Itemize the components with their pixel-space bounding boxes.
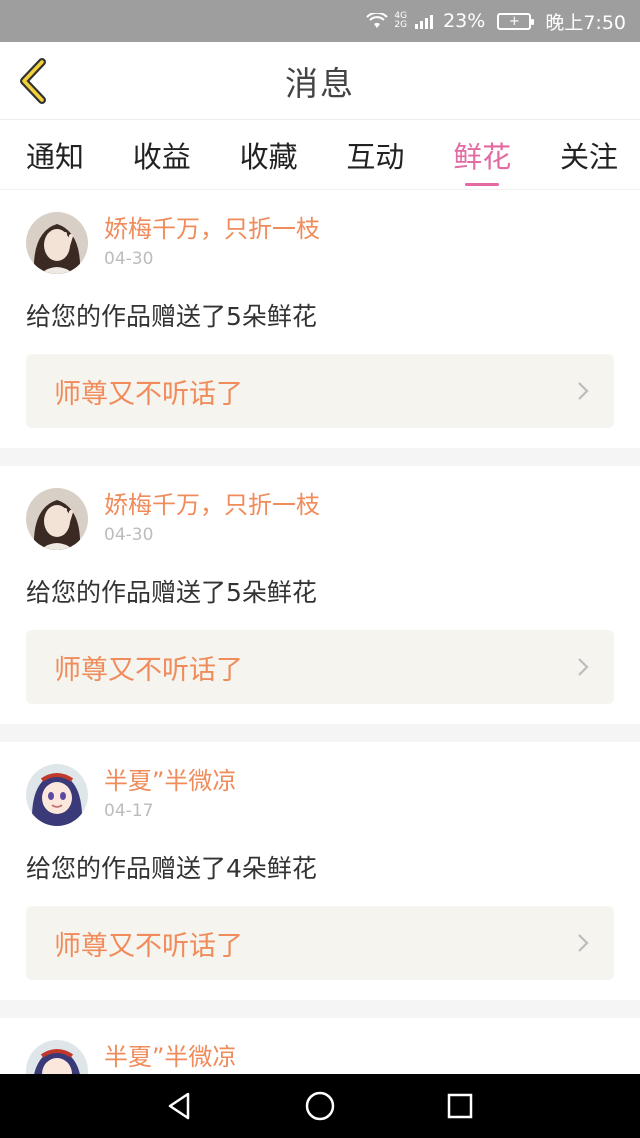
work-title: 师尊又不听话了 [54,378,243,410]
divider [0,448,640,466]
title-bar: 消息 [0,42,640,120]
message-text: 给您的作品赠送了5朵鲜花 [26,578,317,607]
message-text: 给您的作品赠送了4朵鲜花 [26,854,317,883]
avatar[interactable] [26,212,88,274]
tab-follows[interactable]: 关注 [560,134,618,186]
battery-percent: 23% [443,10,486,32]
system-nav-bar [0,1074,640,1138]
message-text: 给您的作品赠送了5朵鲜花 [26,302,317,331]
divider [0,1000,640,1018]
message-date: 04-17 [104,801,154,821]
wifi-icon [366,13,389,28]
user-name[interactable]: 娇梅千万，只折一枝 [104,490,320,520]
avatar[interactable] [26,764,88,826]
tab-earnings[interactable]: 收益 [133,134,191,186]
chevron-right-icon [578,934,589,952]
work-link[interactable]: 师尊又不听话了 [26,354,614,428]
recent-apps-icon[interactable] [444,1090,476,1122]
user-name[interactable]: 半夏”半微凉 [104,766,236,796]
network-type: 4G 2G [394,11,408,30]
work-link[interactable]: 师尊又不听话了 [26,906,614,980]
status-bar: 4G 2G 23% + 晚上7:50 [0,0,640,42]
tab-interactions[interactable]: 互动 [346,134,404,186]
user-avatar-photo-icon [26,212,88,274]
status-time: 晚上7:50 [545,11,626,34]
user-avatar-photo-icon [26,488,88,550]
work-title: 师尊又不听话了 [54,654,243,686]
back-triangle-icon[interactable] [164,1090,196,1122]
user-avatar-anime-icon [26,764,88,826]
tab-bar: 通知 收益 收藏 互动 鲜花 关注 [0,120,640,190]
chevron-right-icon [578,658,589,676]
user-name[interactable]: 半夏”半微凉 [104,1042,236,1072]
page-title: 消息 [285,63,355,103]
message-card: 娇梅千万，只折一枝 04-30 给您的作品赠送了5朵鲜花 师尊又不听话了 [0,190,640,448]
message-card: 半夏”半微凉 04-17 给您的作品赠送了4朵鲜花 师尊又不听话了 [0,742,640,1000]
tab-favorites[interactable]: 收藏 [240,134,298,186]
divider [0,724,640,742]
tab-flowers[interactable]: 鲜花 [453,134,511,186]
tab-notifications[interactable]: 通知 [26,134,84,186]
home-circle-icon[interactable] [304,1090,336,1122]
message-date: 04-30 [104,525,154,545]
work-title: 师尊又不听话了 [54,930,243,962]
message-date: 04-30 [104,249,154,269]
signal-icon [415,13,434,29]
work-link[interactable]: 师尊又不听话了 [26,630,614,704]
chevron-right-icon [578,382,589,400]
message-list: 娇梅千万，只折一枝 04-30 给您的作品赠送了5朵鲜花 师尊又不听话了 娇梅千… [0,190,640,1088]
avatar[interactable] [26,488,88,550]
battery-icon: + [497,12,535,30]
back-icon[interactable] [14,58,54,104]
message-card: 娇梅千万，只折一枝 04-30 给您的作品赠送了5朵鲜花 师尊又不听话了 [0,466,640,724]
user-name[interactable]: 娇梅千万，只折一枝 [104,214,320,244]
